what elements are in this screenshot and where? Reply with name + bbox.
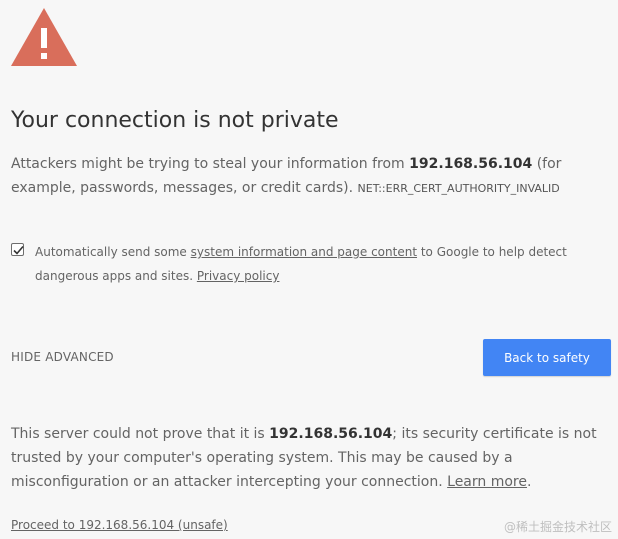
- watermark: @稀土掘金技术社区: [503, 520, 612, 534]
- hide-advanced-button[interactable]: HIDE ADVANCED: [11, 350, 114, 364]
- details-host: 192.168.56.104: [269, 426, 393, 442]
- intro-paragraph: Attackers might be trying to steal your …: [11, 152, 611, 201]
- details-period: .: [526, 474, 532, 490]
- intro-host: 192.168.56.104: [409, 156, 533, 172]
- back-to-safety-button[interactable]: Back to safety: [483, 339, 611, 376]
- report-text: Automatically send some system informati…: [35, 240, 595, 288]
- report-checkbox[interactable]: [11, 243, 24, 256]
- warning-triangle-icon: [11, 8, 77, 66]
- error-code[interactable]: NET::ERR_CERT_AUTHORITY_INVALID: [358, 182, 560, 195]
- system-info-link[interactable]: system information and page content: [191, 245, 417, 259]
- interstitial-page: Your connection is not private Attackers…: [0, 0, 618, 539]
- checkmark-icon: [13, 245, 24, 255]
- page-title: Your connection is not private: [11, 108, 339, 133]
- privacy-policy-link[interactable]: Privacy policy: [197, 269, 280, 283]
- details-paragraph: This server could not prove that it is 1…: [11, 422, 611, 494]
- report-text-before: Automatically send some: [35, 245, 191, 259]
- learn-more-link[interactable]: Learn more: [447, 474, 527, 490]
- proceed-unsafe-link[interactable]: Proceed to 192.168.56.104 (unsafe): [11, 518, 228, 532]
- intro-text-before: Attackers might be trying to steal your …: [11, 156, 410, 172]
- details-text-before: This server could not prove that it is: [11, 426, 270, 442]
